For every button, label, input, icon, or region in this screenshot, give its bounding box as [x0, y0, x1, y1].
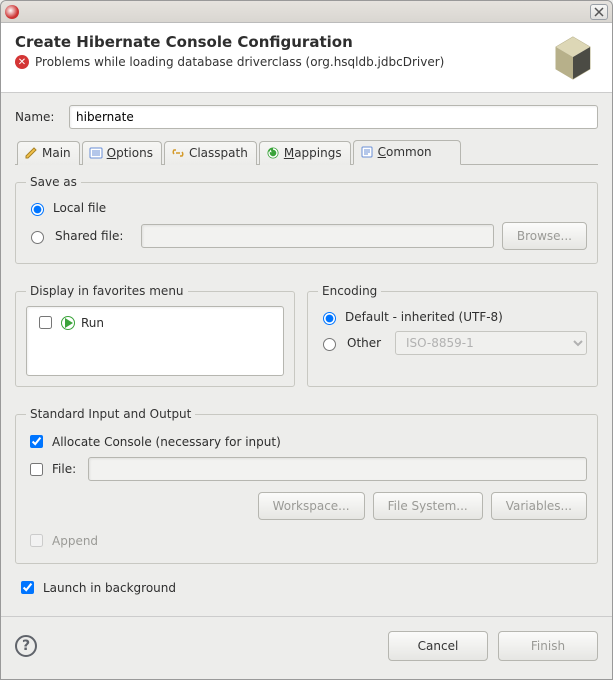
file-output-input: [88, 457, 587, 481]
run-icon: [61, 316, 75, 330]
encoding-other-select: ISO-8859-1: [395, 331, 587, 355]
link-icon: [171, 146, 185, 160]
tab-options[interactable]: Options: [82, 141, 162, 165]
favorites-item-run[interactable]: Run: [35, 313, 275, 332]
name-row: Name:: [15, 105, 598, 129]
variables-button: Variables...: [491, 492, 587, 520]
launch-background-label[interactable]: Launch in background: [43, 581, 176, 595]
shared-file-input: [141, 224, 494, 248]
append-checkbox: [30, 534, 43, 547]
tab-bar: Main Options Classpath Mappings: [15, 139, 598, 165]
favorites-run-checkbox[interactable]: [39, 316, 52, 329]
name-label: Name:: [15, 110, 61, 124]
encoding-default-label[interactable]: Default - inherited (UTF-8): [345, 310, 503, 324]
io-legend: Standard Input and Output: [26, 407, 195, 421]
favorites-run-label: Run: [81, 316, 104, 330]
close-window-button[interactable]: [590, 4, 608, 20]
browse-button: Browse...: [502, 222, 587, 250]
titlebar[interactable]: [1, 1, 612, 23]
workspace-button: Workspace...: [258, 492, 365, 520]
local-file-radio[interactable]: [31, 203, 44, 216]
shared-file-label[interactable]: Shared file:: [55, 229, 133, 243]
save-as-group: Save as Local file Shared file: Browse..…: [15, 175, 598, 264]
io-group: Standard Input and Output Allocate Conso…: [15, 407, 598, 564]
header-banner: Create Hibernate Console Configuration ✕…: [1, 23, 612, 93]
tab-classpath[interactable]: Classpath: [164, 141, 257, 165]
dialog-window: Create Hibernate Console Configuration ✕…: [0, 0, 613, 680]
tab-common-label: Common: [378, 145, 432, 159]
tab-options-label: Options: [107, 146, 153, 160]
list-icon: [89, 146, 103, 160]
content-area: Name: Main Options Classpath: [1, 93, 612, 616]
encoding-group: Encoding Default - inherited (UTF-8) Oth…: [307, 284, 598, 387]
file-output-label[interactable]: File:: [52, 462, 82, 476]
encoding-default-radio[interactable]: [323, 312, 336, 325]
filesystem-button: File System...: [373, 492, 483, 520]
name-input[interactable]: [69, 105, 598, 129]
encoding-other-label[interactable]: Other: [347, 336, 387, 350]
footer: ? Cancel Finish: [1, 617, 612, 679]
tab-main[interactable]: Main: [17, 141, 80, 165]
help-button[interactable]: ?: [15, 635, 37, 657]
tab-classpath-label: Classpath: [189, 146, 248, 160]
local-file-label[interactable]: Local file: [53, 201, 106, 215]
error-text: Problems while loading database drivercl…: [35, 55, 444, 69]
launch-background-checkbox[interactable]: [21, 581, 34, 594]
error-icon: ✕: [15, 55, 29, 69]
tab-main-label: Main: [42, 146, 71, 160]
favorites-list[interactable]: Run: [26, 306, 284, 376]
cancel-button[interactable]: Cancel: [388, 631, 488, 661]
encoding-legend: Encoding: [318, 284, 381, 298]
encoding-other-radio[interactable]: [323, 338, 336, 351]
favorites-legend: Display in favorites menu: [26, 284, 188, 298]
shared-file-radio[interactable]: [31, 231, 44, 244]
pencil-icon: [24, 146, 38, 160]
dialog-title: Create Hibernate Console Configuration: [15, 33, 598, 51]
save-as-legend: Save as: [26, 175, 81, 189]
hibernate-logo-icon: [550, 35, 596, 81]
allocate-console-label[interactable]: Allocate Console (necessary for input): [52, 435, 281, 449]
tab-mappings[interactable]: Mappings: [259, 141, 351, 165]
document-icon: [360, 145, 374, 159]
error-message: ✕ Problems while loading database driver…: [15, 55, 598, 69]
tab-mappings-label: Mappings: [284, 146, 342, 160]
finish-button: Finish: [498, 631, 598, 661]
app-icon: [5, 5, 19, 19]
tab-common[interactable]: Common: [353, 140, 461, 165]
favorites-group: Display in favorites menu Run: [15, 284, 295, 387]
allocate-console-checkbox[interactable]: [30, 435, 43, 448]
refresh-icon: [266, 146, 280, 160]
file-output-checkbox[interactable]: [30, 463, 43, 476]
append-label: Append: [52, 534, 98, 548]
